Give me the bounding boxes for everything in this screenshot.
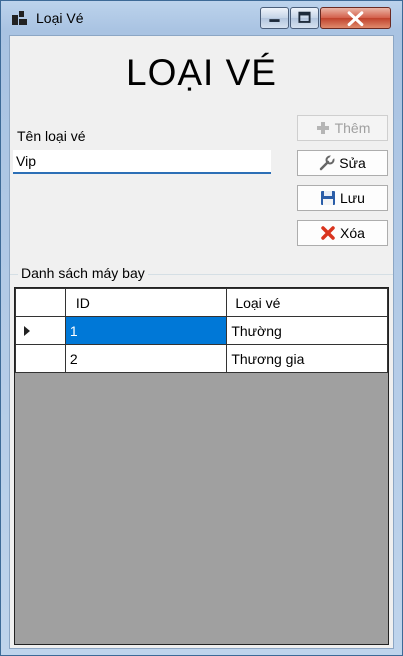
- header-row: ID Loại vé: [15, 288, 388, 317]
- aircraft-list-group: Danh sách máy bay ID Loại vé 1 Thường 2 …: [10, 265, 393, 648]
- red-x-icon: [321, 226, 335, 240]
- close-button[interactable]: [320, 7, 391, 29]
- row-header[interactable]: [15, 344, 66, 373]
- minimize-icon: [269, 19, 280, 22]
- add-button-label: Thêm: [334, 120, 371, 136]
- column-header-type-label: Loại vé: [235, 294, 281, 311]
- form-client-area: LOẠI VÉ Tên loại vé Thêm Sửa Lưu: [9, 35, 394, 649]
- cell-id[interactable]: 2: [64, 344, 228, 373]
- title-bar[interactable]: Loại Vé: [1, 1, 402, 35]
- group-label: Danh sách máy bay: [18, 265, 148, 281]
- row-header[interactable]: [15, 316, 66, 345]
- column-header-type[interactable]: Loại vé: [226, 288, 388, 317]
- window-title: Loại Vé: [36, 10, 84, 26]
- save-button[interactable]: Lưu: [297, 185, 388, 211]
- edit-button-label: Sửa: [339, 155, 366, 171]
- ticket-type-name-label: Tên loại vé: [17, 128, 86, 144]
- minimize-button[interactable]: [260, 7, 289, 29]
- maximize-button[interactable]: [290, 7, 319, 29]
- save-button-label: Lưu: [340, 190, 365, 206]
- app-icon: [12, 11, 27, 25]
- edit-button[interactable]: Sửa: [297, 150, 388, 176]
- app-window: Loại Vé LOẠI VÉ Tên loại vé Thêm: [0, 0, 403, 656]
- floppy-disk-icon: [321, 191, 336, 205]
- column-header-id-label: ID: [75, 294, 90, 311]
- cell-type[interactable]: Thường: [226, 316, 388, 345]
- cell-type[interactable]: Thương gia: [226, 344, 388, 373]
- delete-button[interactable]: Xóa: [297, 220, 388, 246]
- column-header-id[interactable]: ID: [64, 288, 228, 317]
- ticket-type-grid[interactable]: ID Loại vé 1 Thường 2 Thương gia: [14, 287, 389, 645]
- row-header-corner[interactable]: [15, 288, 66, 317]
- page-title: LOẠI VÉ: [126, 52, 277, 93]
- close-icon: [347, 11, 364, 27]
- table-row[interactable]: 2 Thương gia: [15, 344, 388, 373]
- maximize-icon: [298, 11, 311, 23]
- table-row[interactable]: 1 Thường: [15, 316, 388, 345]
- current-row-arrow-icon: [24, 326, 30, 336]
- wrench-icon: [320, 155, 335, 171]
- delete-button-label: Xóa: [340, 225, 365, 241]
- add-button[interactable]: Thêm: [297, 115, 388, 141]
- grid-table: ID Loại vé 1 Thường 2 Thương gia: [15, 288, 388, 373]
- ticket-type-name-input[interactable]: [13, 150, 271, 174]
- cell-id[interactable]: 1: [64, 316, 228, 345]
- plus-icon: [316, 122, 329, 134]
